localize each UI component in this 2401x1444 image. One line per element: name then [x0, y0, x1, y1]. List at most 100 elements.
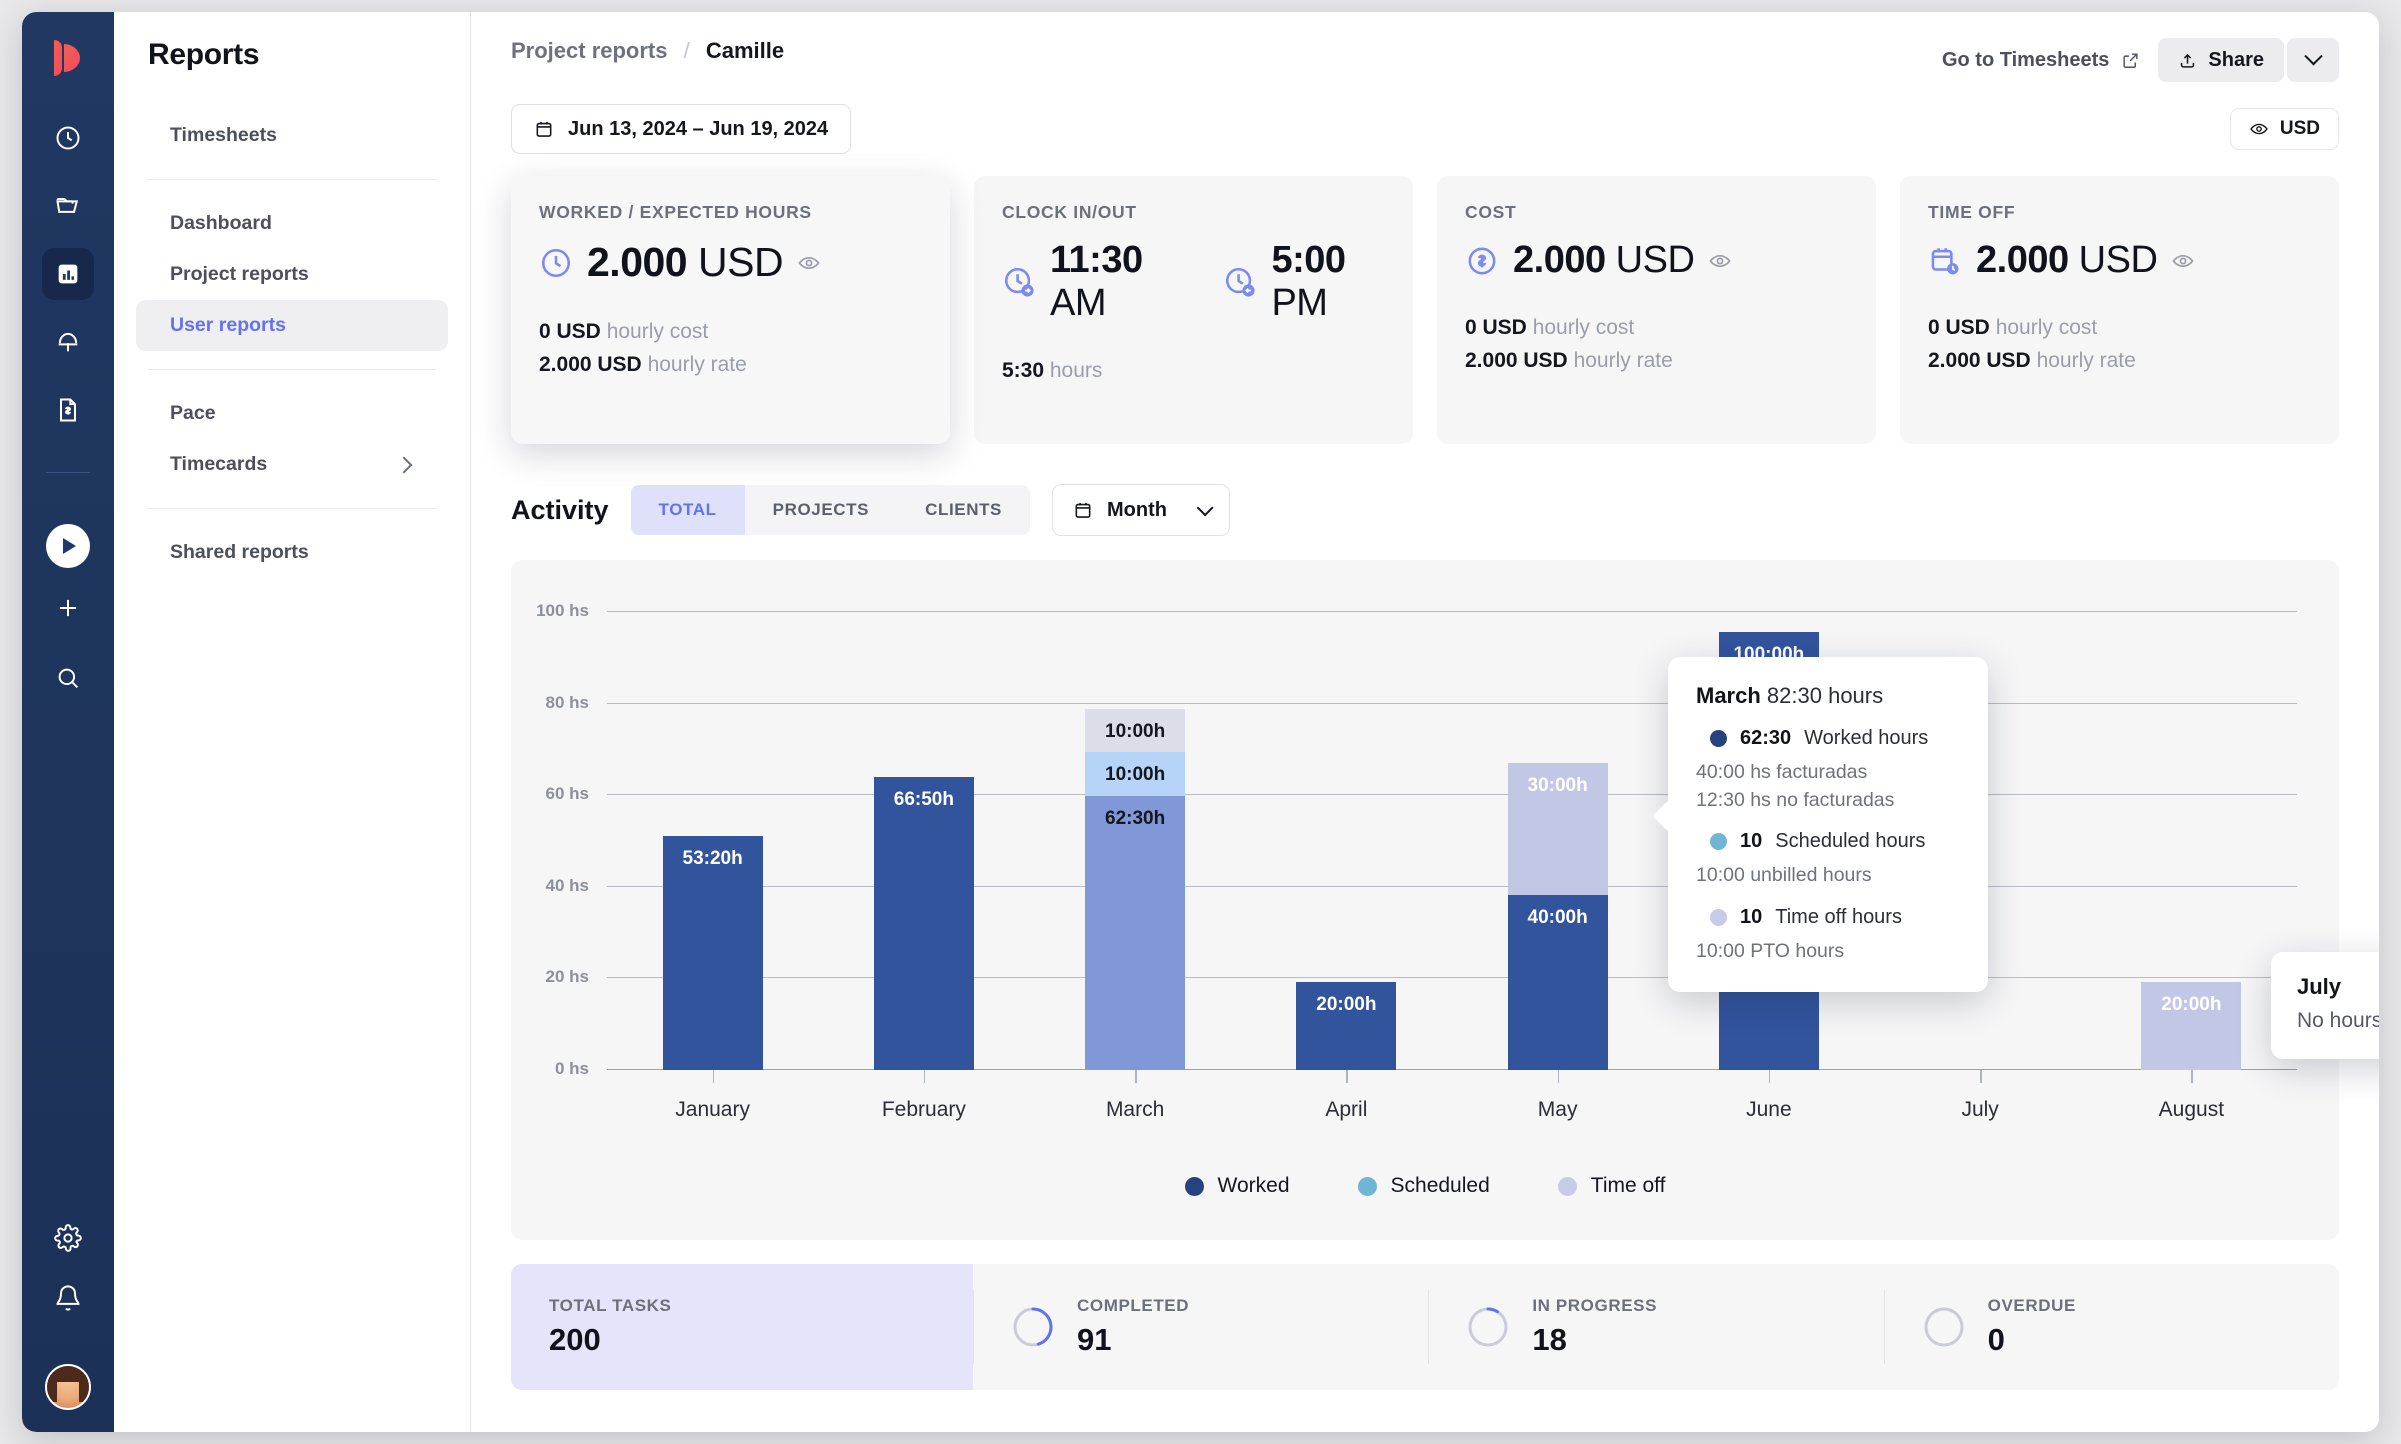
- task-completed[interactable]: COMPLETED 91: [973, 1264, 1428, 1390]
- plus-icon[interactable]: [42, 582, 94, 634]
- chart-bar[interactable]: 20:00h: [1296, 982, 1397, 1070]
- tooltip-row-value: 10: [1740, 830, 1763, 853]
- chart-bar-segment[interactable]: 53:20h: [662, 836, 763, 1070]
- card-sub-row: 0 USD hourly cost: [1928, 312, 2311, 345]
- bell-icon[interactable]: [42, 1272, 94, 1324]
- sidebar-item-shared-reports[interactable]: Shared reports: [136, 527, 448, 578]
- sidebar-item-timesheets[interactable]: Timesheets: [136, 110, 448, 161]
- breadcrumb-parent[interactable]: Project reports: [511, 38, 668, 63]
- sidebar-item-user-reports[interactable]: User reports: [136, 300, 448, 351]
- sidebar-item-dashboard[interactable]: Dashboard: [136, 198, 448, 249]
- chart-bar[interactable]: 40:00h 30:00h: [1507, 763, 1608, 1070]
- folder-icon[interactable]: [42, 180, 94, 232]
- grouping-select[interactable]: Month: [1052, 484, 1230, 536]
- tooltip-total: 82:30 hours: [1766, 683, 1884, 708]
- chart-y-tick-label: 20 hs: [545, 967, 589, 987]
- sub-label: hourly rate: [1573, 348, 1673, 372]
- card-cost[interactable]: COST 2.000 USD 0 USD hourly cost 2.000 U…: [1437, 176, 1876, 444]
- chart-bar[interactable]: 20:00h: [2141, 982, 2242, 1070]
- chart-bar-column[interactable]: 62:30h 10:00h 10:00h March: [1030, 612, 1241, 1121]
- chart-bar-label: 10:00h: [1105, 764, 1166, 786]
- sidebar-item-label: Project reports: [170, 263, 309, 285]
- tooltip-swatch: [1710, 730, 1727, 747]
- legend-item-scheduled[interactable]: Scheduled: [1357, 1174, 1490, 1198]
- eye-icon[interactable]: [1708, 249, 1732, 273]
- chart-bar[interactable]: 62:30h 10:00h 10:00h: [1085, 708, 1186, 1070]
- chart-icon[interactable]: [42, 248, 94, 300]
- tasks-summary: TOTAL TASKS 200 COMPLETED 91 IN PROGRESS…: [511, 1264, 2339, 1390]
- card-time-off[interactable]: TIME OFF 2.000 USD 0 USD hourly cost 2.0…: [1900, 176, 2339, 444]
- tooltip-sub-line: 40:00 hs facturadas: [1696, 761, 1868, 783]
- chart-x-tick: [1768, 1070, 1771, 1083]
- clock-icon[interactable]: [42, 112, 94, 164]
- gear-icon[interactable]: [42, 1212, 94, 1264]
- chart-bar-label: 30:00h: [1527, 775, 1588, 797]
- chart-bar-segment[interactable]: 20:00h: [2141, 982, 2242, 1070]
- tab-clients[interactable]: CLIENTS: [897, 485, 1030, 535]
- task-in-progress[interactable]: IN PROGRESS 18: [1428, 1264, 1883, 1390]
- sidebar-item-project-reports[interactable]: Project reports: [136, 249, 448, 300]
- progress-ring-icon: [1924, 1307, 1964, 1347]
- chart-bar-column[interactable]: 53:20h January: [607, 612, 818, 1121]
- chart-bar-segment[interactable]: 62:30h: [1085, 796, 1186, 1070]
- reports-sidebar: Reports Timesheets Dashboard Project rep…: [114, 12, 471, 1432]
- avatar[interactable]: [45, 1364, 91, 1410]
- sub-label: hourly cost: [606, 320, 709, 343]
- eye-icon[interactable]: [2171, 249, 2195, 273]
- chart-bar-segment[interactable]: 20:00h: [1296, 982, 1397, 1070]
- currency-toggle[interactable]: USD: [2229, 108, 2339, 150]
- sidebar-item-timecards[interactable]: Timecards: [136, 439, 448, 490]
- eye-icon[interactable]: [797, 251, 821, 275]
- chart-bar[interactable]: 66:50h: [873, 777, 974, 1070]
- chart-bar-segment[interactable]: 10:00h: [1085, 708, 1186, 753]
- sidebar-item-pace[interactable]: Pace: [136, 388, 448, 439]
- chart-y-tick-label: 40 hs: [545, 875, 589, 895]
- chart-bar-column[interactable]: 40:00h 30:00h May: [1452, 612, 1663, 1121]
- card-label: TIME OFF: [1928, 202, 2016, 222]
- app-logo-icon[interactable]: [44, 34, 92, 82]
- chart-bar-column[interactable]: 20:00h April: [1241, 612, 1452, 1121]
- chart-tooltip-july: July No hours registered: [2271, 952, 2379, 1059]
- search-icon[interactable]: [42, 652, 94, 704]
- legend-item-timeoff[interactable]: Time off: [1557, 1174, 1665, 1198]
- tooltip-row-sub: 10:00 PTO hours: [1696, 938, 1958, 966]
- chart-bar-segment[interactable]: 30:00h: [1507, 763, 1608, 895]
- tooltip-sub-line: 12:30 hs no facturadas: [1696, 788, 1895, 811]
- card-worked-expected-hours[interactable]: WORKED / EXPECTED HOURS 2.000 USD 0 USD …: [511, 176, 950, 444]
- chart-bar-column[interactable]: 66:50h February: [818, 612, 1029, 1121]
- go-to-timesheets-link[interactable]: Go to Timesheets: [1942, 49, 2140, 72]
- share-button[interactable]: Share: [2158, 38, 2284, 82]
- chart-x-tick: [1135, 1070, 1137, 1083]
- chart-bar-segment[interactable]: 10:00h: [1085, 752, 1186, 797]
- card-value: 2.000 USD: [587, 239, 784, 286]
- date-range-picker[interactable]: Jun 13, 2024 – Jun 19, 2024: [511, 104, 852, 154]
- tooltip-sub-line: 10:00 PTO hours: [1696, 940, 1845, 963]
- chart-bar[interactable]: 53:20h: [662, 836, 763, 1070]
- play-button[interactable]: [46, 524, 90, 568]
- chart-bar-segment[interactable]: 40:00h: [1507, 894, 1608, 1070]
- tooltip-row-scheduled: 10 Scheduled hours: [1710, 830, 1958, 853]
- card-unit: USD: [1615, 239, 1695, 281]
- chart-bar-label: 20:00h: [1316, 994, 1377, 1016]
- invoice-icon[interactable]: [42, 384, 94, 436]
- card-unit: USD: [2078, 239, 2158, 281]
- beach-icon[interactable]: [42, 316, 94, 368]
- legend-swatch: [1184, 1176, 1204, 1196]
- task-overdue[interactable]: OVERDUE 0: [1883, 1264, 2339, 1390]
- card-clock-in-out[interactable]: CLOCK IN/OUT 11:30 AM 5:00 PM 5:30 hours: [974, 176, 1413, 444]
- chart-bar-label: 20:00h: [2161, 994, 2222, 1016]
- clock-icon: [541, 248, 571, 277]
- task-label: IN PROGRESS: [1532, 1296, 1658, 1315]
- sidebar-divider-1: [148, 179, 436, 180]
- tab-total[interactable]: TOTAL: [630, 485, 745, 535]
- upload-icon: [2181, 53, 2195, 68]
- chart-bar-column[interactable]: 20:00h August: [2086, 612, 2297, 1121]
- task-total[interactable]: TOTAL TASKS 200: [511, 1264, 973, 1390]
- chart-bar-label: 40:00h: [1527, 906, 1588, 928]
- sub-value: 2.000 USD: [1928, 348, 2031, 372]
- tab-projects[interactable]: PROJECTS: [745, 485, 897, 535]
- tooltip-header: March 82:30 hours: [1696, 683, 1958, 709]
- share-dropdown-button[interactable]: [2287, 38, 2339, 82]
- chart-bar-segment[interactable]: 66:50h: [873, 777, 974, 1070]
- legend-item-worked[interactable]: Worked: [1184, 1174, 1290, 1198]
